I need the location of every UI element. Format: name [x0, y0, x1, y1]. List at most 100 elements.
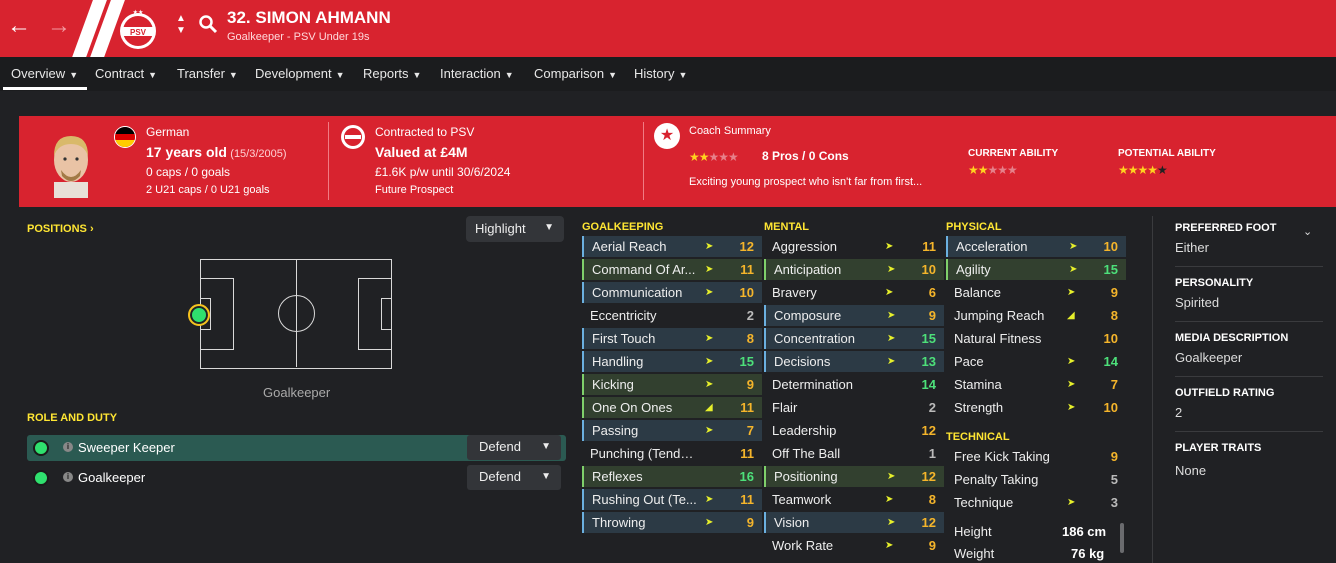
attribute-row[interactable]: Agility ➤ 15 — [946, 259, 1126, 280]
attribute-row[interactable]: Reflexes 16 — [582, 466, 762, 487]
u21-caps: 2 U21 caps / 0 U21 goals — [146, 184, 270, 196]
attribute-value: 3 — [1110, 495, 1118, 510]
attribute-row[interactable]: Pace ➤ 14 — [946, 351, 1126, 372]
attribute-row[interactable]: Natural Fitness 10 — [946, 328, 1126, 349]
role-row-goalkeeper[interactable]: i Goalkeeper Defend ▼ — [27, 465, 566, 491]
attribute-name: Strength — [954, 400, 1004, 415]
attribute-row[interactable]: Handling ➤ 15 — [582, 351, 762, 372]
tab-development[interactable]: Development ▼ — [255, 66, 345, 81]
position-name: Goalkeeper — [263, 385, 331, 400]
attribute-value: 9 — [746, 515, 754, 530]
attribute-name: Aggression — [772, 239, 838, 254]
attribute-row[interactable]: Strength ➤ 10 — [946, 397, 1126, 418]
attribute-row[interactable]: Aerial Reach ➤ 12 — [582, 236, 762, 257]
attribute-row[interactable]: Balance ➤ 9 — [946, 282, 1126, 303]
goalkeeper-position-marker[interactable] — [188, 304, 210, 326]
attribute-row[interactable]: Throwing ➤ 9 — [582, 512, 762, 533]
physical-label: PHYSICAL — [946, 221, 1002, 233]
attribute-row[interactable]: Rushing Out (Te... ➤ 11 — [582, 489, 762, 510]
attribute-row[interactable]: Free Kick Taking 9 — [946, 446, 1126, 467]
attribute-row[interactable]: Kicking ➤ 9 — [582, 374, 762, 395]
tab-interaction[interactable]: Interaction ▼ — [440, 66, 514, 81]
highlight-dropdown[interactable]: Highlight ▼ — [466, 216, 564, 242]
attribute-row[interactable]: Acceleration ➤ 10 — [946, 236, 1126, 257]
info-icon[interactable]: i — [63, 442, 73, 452]
attribute-row[interactable]: Stamina ➤ 7 — [946, 374, 1126, 395]
attribute-row[interactable]: Teamwork ➤ 8 — [764, 489, 944, 510]
attribute-row[interactable]: Technique ➤ 3 — [946, 492, 1126, 513]
role-name: Goalkeeper — [78, 470, 146, 485]
tab-reports[interactable]: Reports ▼ — [363, 66, 421, 81]
player-switch-arrows[interactable]: ▲ ▼ — [174, 13, 188, 41]
trend-arrow-icon: ➤ — [887, 333, 896, 344]
player-face-icon — [54, 136, 88, 198]
club-badge-icon — [341, 125, 365, 149]
attribute-row[interactable]: Positioning ➤ 12 — [764, 466, 944, 487]
attribute-row[interactable]: Penalty Taking 5 — [946, 469, 1126, 490]
role-suitability-icon — [33, 470, 49, 486]
attribute-value: 10 — [1103, 331, 1118, 346]
attribute-row[interactable]: First Touch ➤ 8 — [582, 328, 762, 349]
attribute-value: 15 — [1103, 262, 1118, 277]
duty-dropdown[interactable]: Defend ▼ — [467, 465, 561, 490]
trend-arrow-icon: ➤ — [705, 356, 714, 367]
pros-cons[interactable]: 8 Pros / 0 Cons — [762, 149, 849, 163]
attribute-row[interactable]: Eccentricity 2 — [582, 305, 762, 326]
attribute-row[interactable]: Leadership 12 — [764, 420, 944, 441]
svg-text:★★: ★★ — [133, 9, 144, 16]
tab-overview[interactable]: Overview ▼ — [11, 66, 78, 81]
age-line: 17 years old (15/3/2005) — [146, 144, 287, 160]
arrow-right-icon[interactable]: → — [45, 12, 73, 40]
duty-dropdown[interactable]: Defend ▼ — [467, 435, 561, 460]
attribute-name: First Touch — [592, 331, 656, 346]
trend-up-icon: ◢ — [1067, 310, 1075, 321]
attribute-row[interactable]: One On Ones ◢ 11 — [582, 397, 762, 418]
attribute-row[interactable]: Passing ➤ 7 — [582, 420, 762, 441]
arrow-left-icon[interactable]: ← — [5, 12, 33, 40]
tab-contract[interactable]: Contract ▼ — [95, 66, 157, 81]
attribute-value: 11 — [740, 400, 754, 415]
active-tab-underline — [3, 87, 87, 90]
scrollbar[interactable] — [1120, 523, 1124, 553]
info-icon[interactable]: i — [63, 472, 73, 482]
trend-arrow-icon: ➤ — [1067, 402, 1076, 413]
attribute-row[interactable]: Work Rate ➤ 9 — [764, 535, 944, 556]
attribute-value: 9 — [746, 377, 754, 392]
attribute-value: 8 — [928, 492, 936, 507]
attribute-row[interactable]: Anticipation ➤ 10 — [764, 259, 944, 280]
attribute-name: Decisions — [774, 354, 831, 369]
attribute-row[interactable]: Off The Ball 1 — [764, 443, 944, 464]
attribute-row[interactable]: Composure ➤ 9 — [764, 305, 944, 326]
goalkeeping-label: GOALKEEPING — [582, 221, 664, 233]
trend-arrow-icon: ➤ — [885, 287, 894, 298]
attribute-name: Work Rate — [772, 538, 834, 553]
role-name: Sweeper Keeper — [78, 440, 175, 455]
attribute-name: Acceleration — [956, 239, 1028, 254]
chevron-down-icon[interactable]: ⌄ — [1303, 225, 1312, 238]
role-row-sweeper-keeper[interactable]: i Sweeper Keeper Defend ▼ — [27, 435, 566, 461]
search-icon[interactable] — [198, 14, 218, 34]
trend-up-icon: ◢ — [705, 402, 713, 413]
attribute-row[interactable]: Jumping Reach ◢ 8 — [946, 305, 1126, 326]
tab-history[interactable]: History ▼ — [634, 66, 687, 81]
attribute-row[interactable]: Aggression ➤ 11 — [764, 236, 944, 257]
attribute-row[interactable]: Decisions ➤ 13 — [764, 351, 944, 372]
attribute-row[interactable]: Concentration ➤ 15 — [764, 328, 944, 349]
player-value: Valued at £4M — [375, 144, 468, 160]
attribute-row[interactable]: Vision ➤ 12 — [764, 512, 944, 533]
attribute-row[interactable]: Punching (Tende... 11 — [582, 443, 762, 464]
attribute-name: Eccentricity — [590, 308, 657, 323]
attribute-row[interactable]: Communication ➤ 10 — [582, 282, 762, 303]
attribute-row[interactable]: Determination 14 — [764, 374, 944, 395]
attribute-row[interactable]: Bravery ➤ 6 — [764, 282, 944, 303]
trend-arrow-icon: ➤ — [887, 310, 896, 321]
attribute-name: Kicking — [592, 377, 634, 392]
trend-arrow-icon: ➤ — [1069, 241, 1078, 252]
attribute-row[interactable]: Command Of Ar... ➤ 11 — [582, 259, 762, 280]
attribute-row[interactable]: Flair 2 — [764, 397, 944, 418]
trend-arrow-icon: ➤ — [705, 287, 714, 298]
tab-transfer[interactable]: Transfer ▼ — [177, 66, 238, 81]
attribute-name: Penalty Taking — [954, 472, 1039, 487]
tab-comparison[interactable]: Comparison ▼ — [534, 66, 617, 81]
positions-label[interactable]: POSITIONS › — [27, 223, 94, 235]
